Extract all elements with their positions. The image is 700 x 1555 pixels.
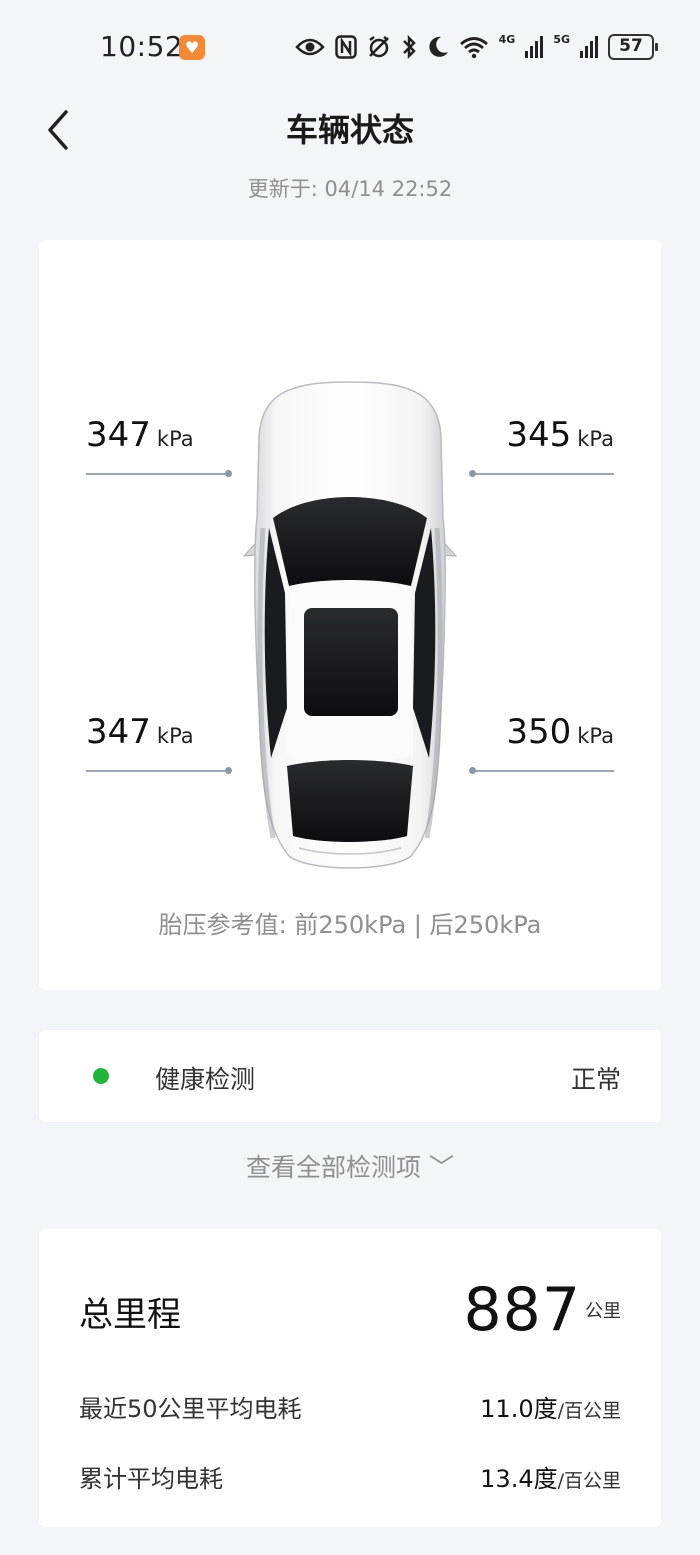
total-mileage: 887 公里 <box>463 1275 621 1345</box>
network-5g-label: 5G <box>553 32 570 46</box>
recent-consumption-value: 11.0度 <box>480 1395 558 1423</box>
view-all-checks-link[interactable]: 查看全部检测项 ﹀ <box>0 1148 700 1184</box>
nfc-icon <box>334 35 357 59</box>
status-time: 10:52 <box>100 30 184 63</box>
tire-front-left-dot <box>225 470 232 477</box>
total-consumption: 13.4度/百公里 <box>480 1459 621 1494</box>
tire-front-left-leader <box>86 473 228 475</box>
mileage-card: 总里程 887 公里 最近50公里平均电耗 11.0度/百公里 累计平均电耗 1… <box>39 1229 661 1527</box>
network-4g-label: 4G <box>498 32 516 46</box>
tire-rear-left-leader <box>86 770 228 772</box>
eye-icon <box>294 38 325 56</box>
tire-pressure-reference: 胎压参考值: 前250kPa | 后250kPa <box>158 911 542 939</box>
tire-rear-left: 347 kPa <box>86 712 232 774</box>
tire-front-right-dot <box>469 470 476 477</box>
total-consumption-unit: /百公里 <box>557 1470 621 1492</box>
tire-rear-right-leader <box>472 770 614 772</box>
total-consumption-label: 累计平均电耗 <box>79 1465 223 1493</box>
health-status-dot-icon <box>93 1068 109 1084</box>
tire-front-right-unit: kPa <box>577 427 614 451</box>
status-icons: 4G 5G 57 <box>294 32 658 62</box>
tire-front-left: 347 kPa <box>86 415 232 477</box>
tire-rear-right: 350 kPa <box>469 712 614 774</box>
tire-rear-right-value: 350 <box>506 712 572 752</box>
recent-consumption: 11.0度/百公里 <box>480 1389 621 1424</box>
tire-front-left-unit: kPa <box>156 427 194 451</box>
page-title: 车辆状态 <box>285 111 414 149</box>
car-top-view-icon <box>242 381 458 869</box>
total-mileage-unit: 公里 <box>585 1301 621 1322</box>
battery-icon: 57 <box>608 34 658 60</box>
status-bar: 10:52 ♥ 4G 5G 57 <box>0 0 700 95</box>
moon-icon <box>429 36 448 57</box>
health-check-card[interactable]: 健康检测 正常 <box>39 1030 661 1122</box>
alarm-off-icon <box>368 36 389 58</box>
tire-rear-right-dot <box>469 767 476 774</box>
recent-consumption-label: 最近50公里平均电耗 <box>79 1395 302 1423</box>
tire-front-right-leader <box>472 473 614 475</box>
tire-rear-right-unit: kPa <box>577 724 614 748</box>
tire-rear-left-unit: kPa <box>156 724 194 748</box>
tire-front-left-value: 347 <box>86 415 151 455</box>
wifi-icon <box>459 37 488 59</box>
tire-front-right: 345 kPa <box>469 415 614 477</box>
signal-5g-icon <box>580 36 598 58</box>
health-check-label: 健康检测 <box>155 1065 256 1094</box>
tire-front-right-value: 345 <box>506 415 572 455</box>
tire-rear-left-value: 347 <box>86 712 151 752</box>
total-mileage-label: 总里程 <box>79 1295 181 1335</box>
tire-pressure-card: 347 kPa 345 kPa 347 kPa 350 kPa 胎压参考值: 前… <box>39 240 661 990</box>
tire-rear-left-dot <box>225 767 232 774</box>
notification-badge-icon: ♥ <box>179 35 205 60</box>
total-consumption-value: 13.4度 <box>480 1465 558 1493</box>
recent-consumption-unit: /百公里 <box>557 1400 621 1422</box>
signal-4g-icon <box>525 36 544 58</box>
bluetooth-icon <box>402 35 416 59</box>
health-check-status: 正常 <box>570 1065 621 1094</box>
updated-timestamp: 更新于: 04/14 22:52 <box>247 177 453 201</box>
header: 车辆状态 更新于: 04/14 22:52 <box>0 95 700 215</box>
total-mileage-value: 887 <box>463 1275 581 1345</box>
